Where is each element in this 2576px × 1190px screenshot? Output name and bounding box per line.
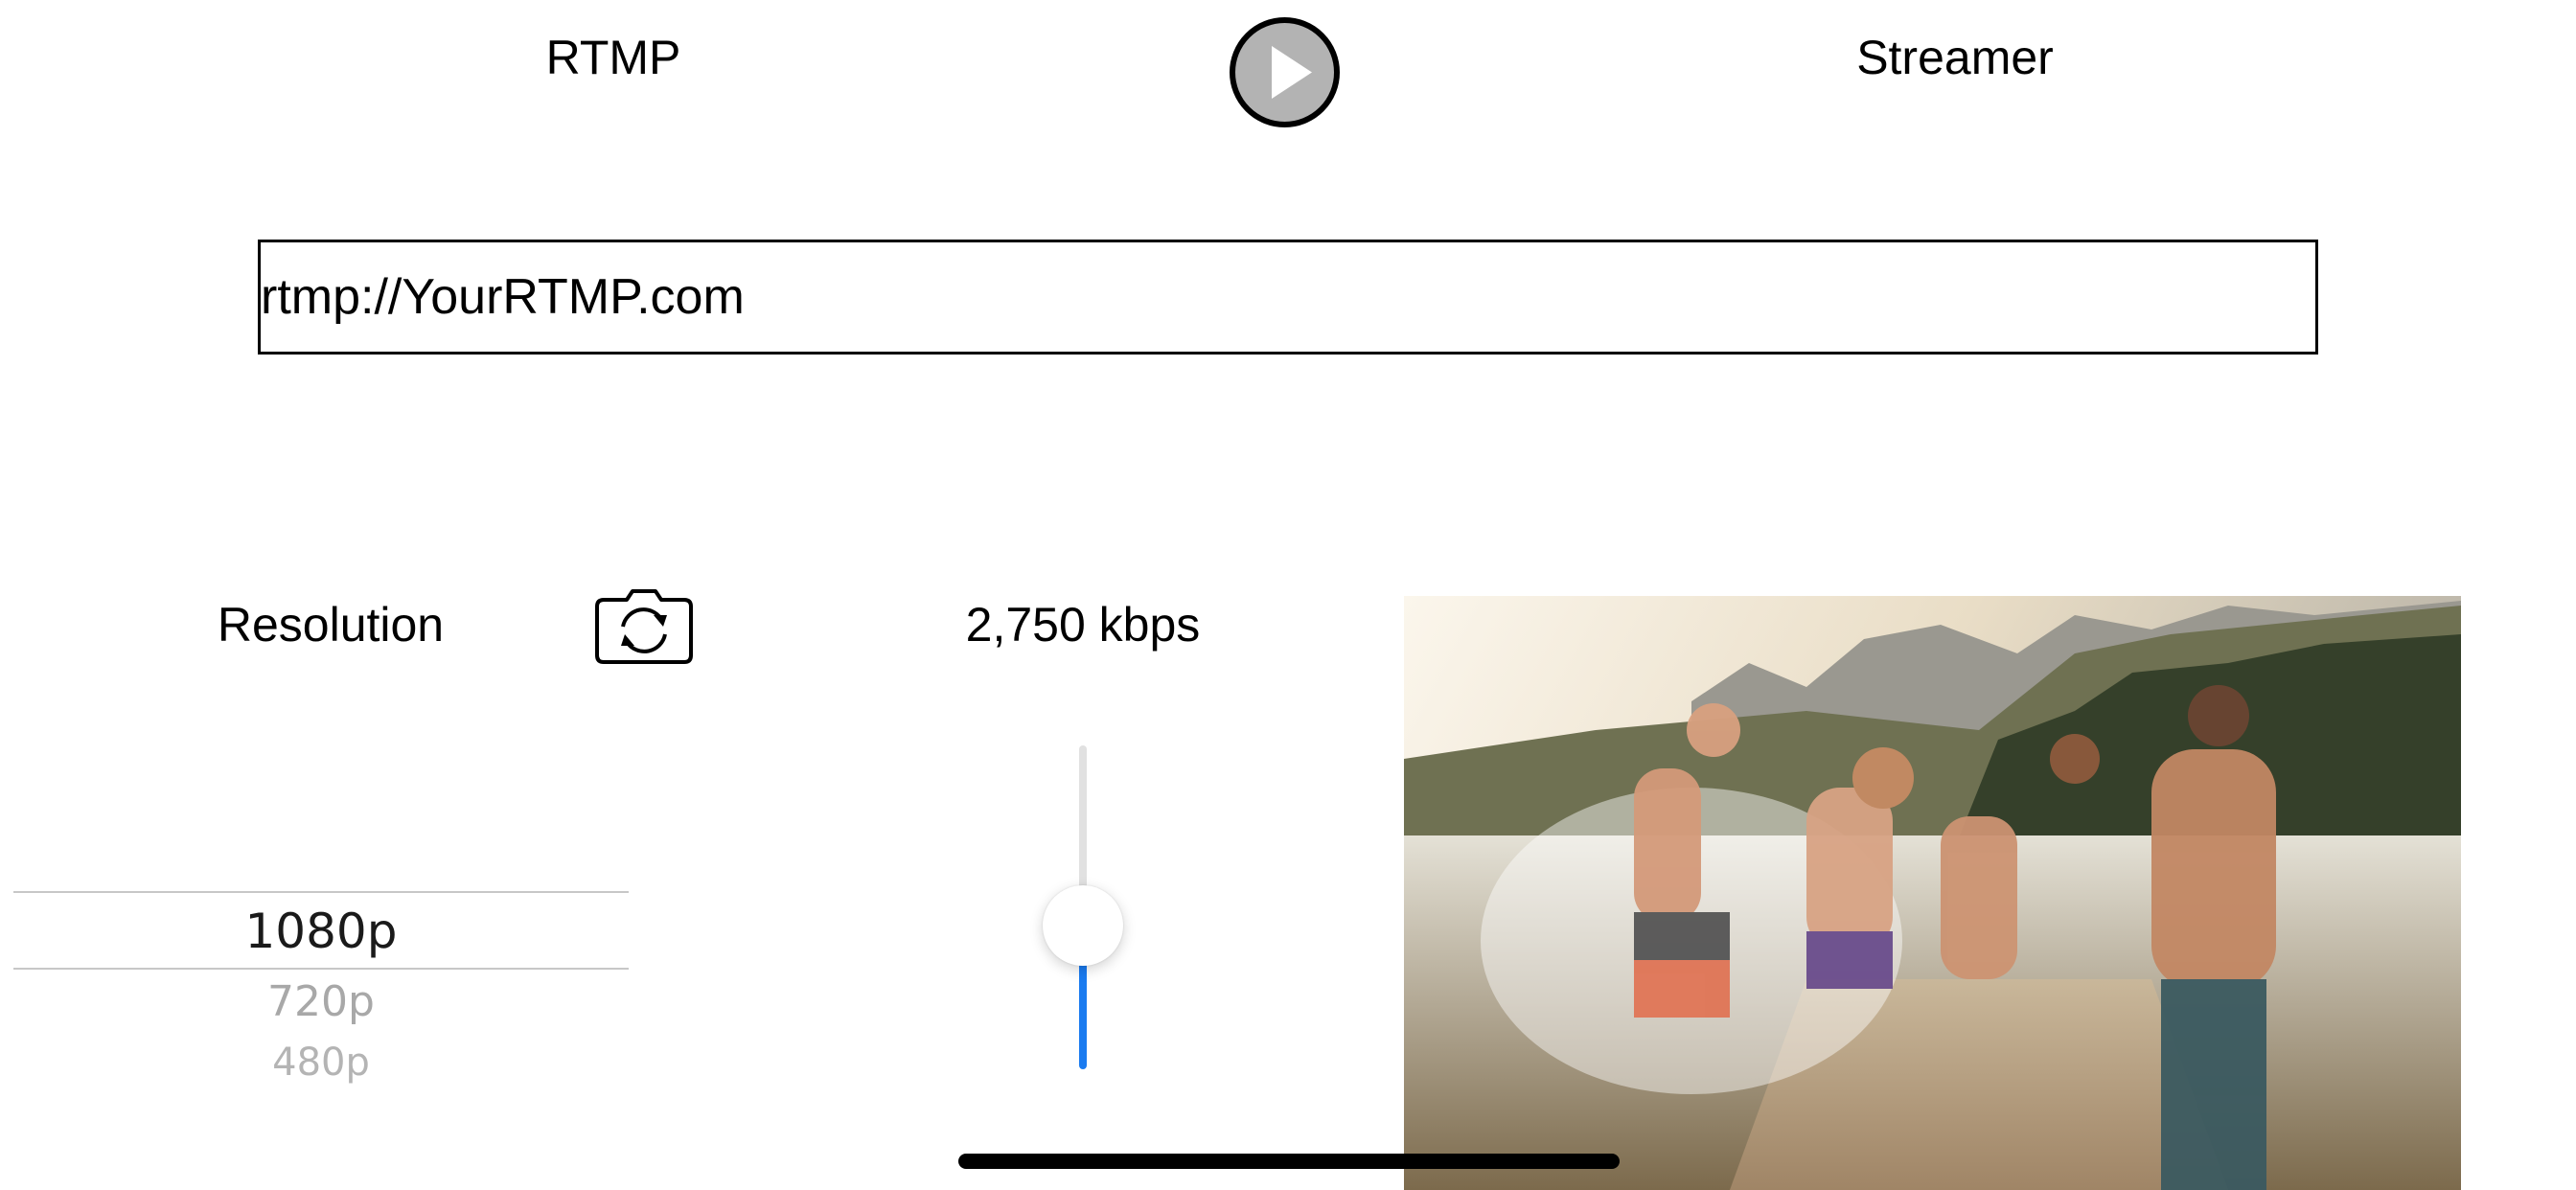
rtmp-title: RTMP — [545, 31, 681, 84]
streamer-screen: RTMP Streamer Resolution 2,750 kbps 1080… — [0, 0, 2576, 1190]
resolution-label: Resolution — [217, 598, 445, 652]
picker-selection-line — [13, 891, 629, 893]
preview-photo — [1404, 596, 2461, 1190]
picker-option-480p[interactable]: 480p — [13, 1041, 629, 1085]
home-indicator — [958, 1154, 1620, 1169]
rtmp-url-input[interactable] — [258, 240, 2318, 355]
picker-selection-line — [13, 968, 629, 970]
slider-thumb[interactable] — [1043, 885, 1123, 966]
camera-switch-button[interactable] — [594, 588, 694, 665]
streamer-title: Streamer — [1856, 31, 2054, 84]
play-icon — [1272, 46, 1312, 99]
bitrate-slider[interactable] — [1035, 738, 1131, 1102]
picker-option-720p[interactable]: 720p — [13, 977, 629, 1027]
resolution-picker[interactable]: 1080p 720p 480p — [13, 862, 629, 1111]
camera-rotate-icon — [595, 589, 693, 664]
picker-option-1080p[interactable]: 1080p — [13, 903, 629, 960]
camera-preview — [1404, 596, 2461, 1190]
play-button[interactable] — [1230, 17, 1340, 127]
bitrate-label: 2,750 kbps — [965, 598, 1201, 652]
